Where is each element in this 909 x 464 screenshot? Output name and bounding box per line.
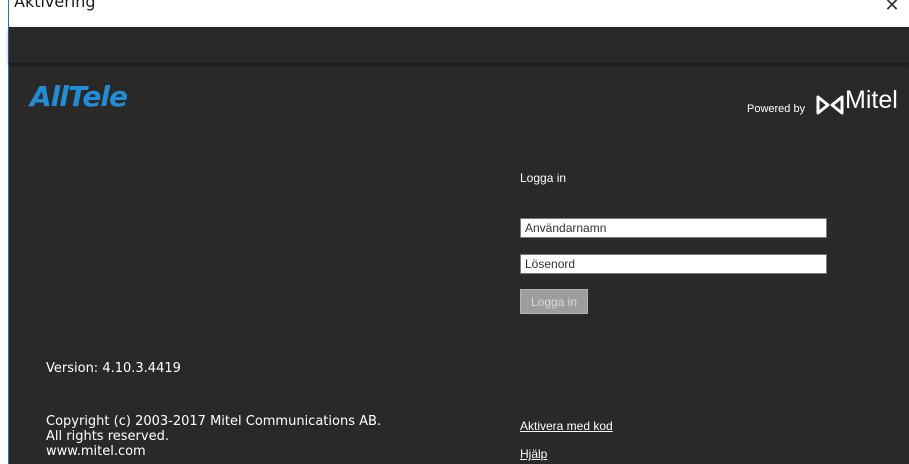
login-button[interactable]: Logga in [520, 289, 588, 314]
top-strip [9, 27, 909, 63]
help-link[interactable]: Hjälp [520, 447, 547, 461]
copyright-block: Copyright (c) 2003-2017 Mitel Communicat… [46, 414, 381, 459]
mitel-logo-text: Mitel [845, 86, 898, 114]
copyright-line: Copyright (c) 2003-2017 Mitel Communicat… [46, 414, 382, 429]
website-line: www.mitel.com [46, 444, 146, 459]
window-titlebar: Aktivering ✕ [0, 0, 909, 27]
window-left-border [0, 0, 9, 464]
version-label: Version: 4.10.3.4419 [46, 361, 181, 376]
activate-with-code-link[interactable]: Aktivera med kod [520, 419, 613, 433]
mitel-infinity-icon [816, 95, 844, 115]
password-input[interactable] [520, 254, 827, 274]
window-title: Aktivering [14, 0, 96, 11]
login-heading: Logga in [520, 171, 567, 185]
activation-panel: AllTele Powered by Mitel Logga in Logga … [9, 27, 909, 464]
close-icon[interactable]: ✕ [880, 0, 904, 18]
username-input[interactable] [520, 218, 827, 238]
rights-line: All rights reserved. [46, 429, 169, 444]
powered-by-label: Powered by [747, 103, 806, 115]
alltele-logo: AllTele [30, 80, 128, 113]
